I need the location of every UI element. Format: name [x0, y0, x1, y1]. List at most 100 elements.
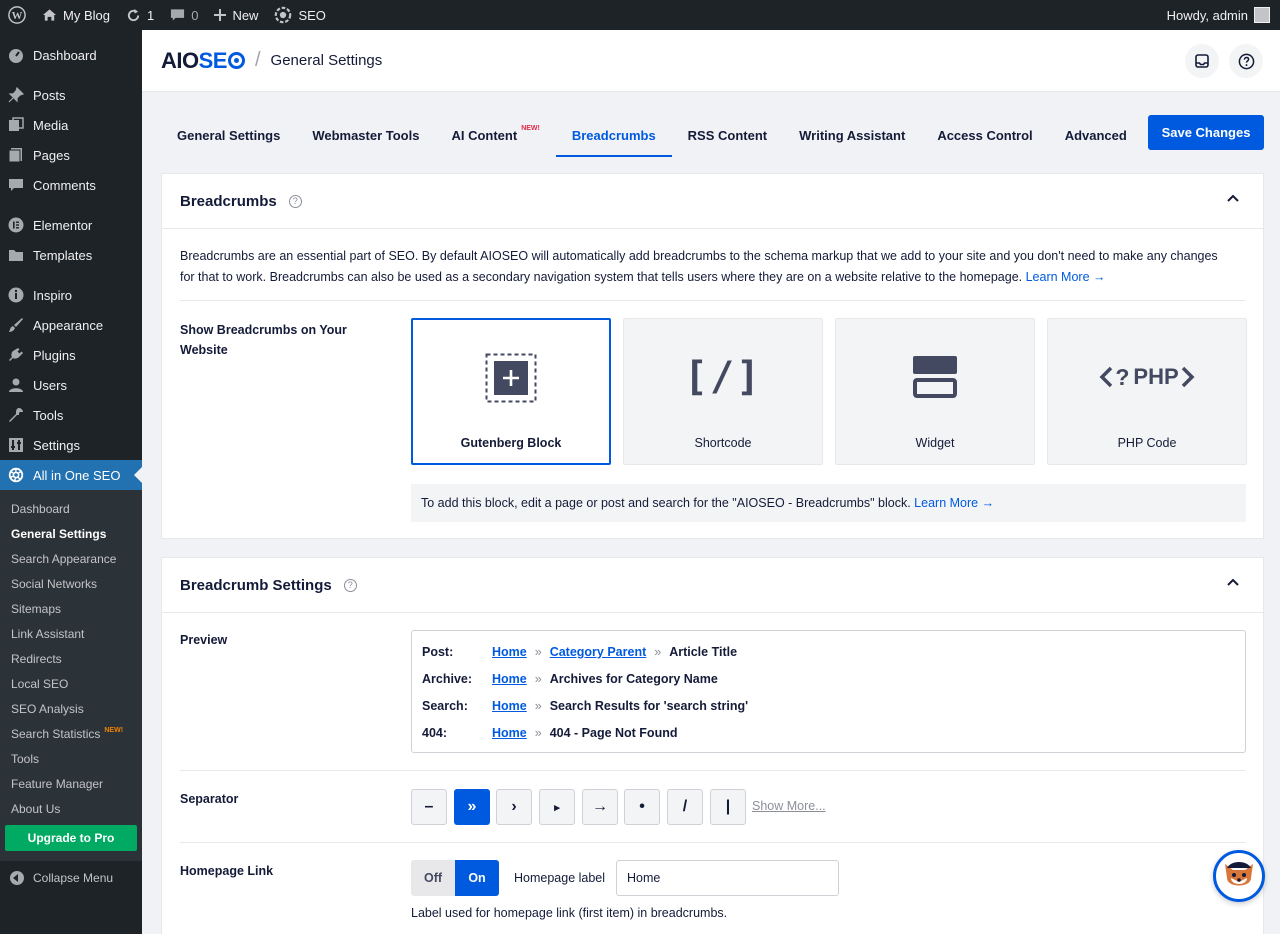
php-glyph: PHP	[1133, 364, 1179, 389]
show-more-link[interactable]: Show More...	[752, 799, 826, 813]
submenu-seo-analysis[interactable]: SEO Analysis	[0, 696, 142, 721]
separator-option-slash[interactable]: /	[667, 789, 703, 825]
breadcrumb-preview: Post: Home » Category Parent » Article T…	[411, 630, 1246, 753]
sidebar-item-templates[interactable]: Templates	[0, 240, 142, 270]
separator-option-triangle[interactable]: ▸	[539, 789, 575, 825]
sidebar-item-appearance[interactable]: Appearance	[0, 310, 142, 340]
breadcrumb-settings-header[interactable]: Breadcrumb Settings ?	[162, 558, 1263, 613]
tab-rss-content[interactable]: RSS Content	[672, 112, 783, 158]
homepage-link-toggle[interactable]: Off On	[411, 860, 499, 896]
aioseo-logo[interactable]: AIO SE	[161, 48, 245, 74]
breadcrumbs-card-header[interactable]: Breadcrumbs ?	[162, 174, 1263, 229]
updates-link[interactable]: 1	[118, 0, 162, 30]
submenu-about-us[interactable]: About Us	[0, 796, 142, 821]
site-name-link[interactable]: My Blog	[34, 0, 118, 30]
separator-option-single-angle[interactable]: ›	[496, 789, 532, 825]
sidebar-item-inspiro[interactable]: Inspiro	[0, 280, 142, 310]
submenu-local-seo[interactable]: Local SEO	[0, 671, 142, 696]
wrench-icon	[8, 407, 24, 423]
collapse-icon	[10, 871, 24, 885]
admin-sidebar: Dashboard Posts Media Pages Comments Ele…	[0, 30, 142, 934]
help-icon[interactable]: ?	[343, 578, 357, 592]
toggle-off[interactable]: Off	[411, 860, 455, 896]
option-label: Gutenberg Block	[460, 436, 562, 450]
preview-home-link[interactable]: Home	[492, 726, 527, 740]
sidebar-item-media[interactable]: Media	[0, 110, 142, 140]
upgrade-to-pro-button[interactable]: Upgrade to Pro	[5, 825, 137, 851]
new-content-link[interactable]: New	[206, 0, 266, 30]
sidebar-item-all-in-one-seo[interactable]: All in One SEO	[0, 460, 142, 490]
toggle-on[interactable]: On	[455, 860, 499, 896]
sidebar-item-settings[interactable]: Settings	[0, 430, 142, 460]
submenu-search-appearance[interactable]: Search Appearance	[0, 546, 142, 571]
chevron-up-icon[interactable]	[1227, 194, 1239, 202]
preview-home-link[interactable]: Home	[492, 645, 527, 659]
preview-key: Post:	[422, 645, 454, 659]
tab-writing-assistant[interactable]: Writing Assistant	[783, 112, 921, 158]
submenu-sitemaps[interactable]: Sitemaps	[0, 596, 142, 621]
preview-home-link[interactable]: Home	[492, 699, 527, 713]
option-shortcode[interactable]: [/] Shortcode	[623, 318, 823, 465]
submenu-redirects[interactable]: Redirects	[0, 646, 142, 671]
updates-count: 1	[146, 7, 155, 23]
collapse-menu-button[interactable]: Collapse Menu	[0, 863, 142, 893]
preview-text: Archives for Category Name	[549, 672, 718, 686]
learn-more-link[interactable]: Learn More →	[1026, 270, 1106, 284]
separator-option-pipe[interactable]: |	[710, 789, 746, 825]
note-learn-more-link[interactable]: Learn More →	[914, 496, 994, 510]
tab-webmaster-tools[interactable]: Webmaster Tools	[296, 112, 435, 158]
sidebar-item-posts[interactable]: Posts	[0, 80, 142, 110]
submenu-general-settings[interactable]: General Settings	[0, 521, 142, 546]
tab-breadcrumbs[interactable]: Breadcrumbs	[555, 112, 672, 158]
sidebar-item-plugins[interactable]: Plugins	[0, 340, 142, 370]
submenu-dashboard[interactable]: Dashboard	[0, 496, 142, 521]
tab-access-control[interactable]: Access Control	[921, 112, 1048, 158]
separator-option-arrow[interactable]: →	[582, 789, 618, 825]
preview-home-link[interactable]: Home	[492, 672, 527, 686]
submenu-social-networks[interactable]: Social Networks	[0, 571, 142, 596]
wordpress-logo-icon[interactable]: W	[0, 0, 34, 30]
sidebar-item-label: Posts	[33, 87, 66, 103]
chevron-up-icon[interactable]	[1227, 578, 1239, 586]
gutenberg-block-icon	[413, 352, 609, 404]
submenu-search-statistics[interactable]: Search Statistics NEW!	[0, 721, 142, 746]
php-code-icon: ? PHP	[1048, 351, 1246, 403]
preview-category-link[interactable]: Category Parent	[550, 645, 647, 659]
tab-label: AI Content	[451, 127, 518, 143]
sidebar-item-label: Appearance	[33, 317, 104, 333]
separator-option-double-angle[interactable]: »	[454, 789, 490, 825]
dashboard-icon	[8, 47, 24, 63]
submenu-link-assistant[interactable]: Link Assistant	[0, 621, 142, 646]
preview-row-archive: Archive: Home » Archives for Category Na…	[422, 669, 718, 689]
option-widget[interactable]: Widget	[835, 318, 1035, 465]
aioseo-submenu: Dashboard General Settings Search Appear…	[0, 490, 142, 861]
sidebar-item-elementor[interactable]: Elementor	[0, 210, 142, 240]
tab-ai-content[interactable]: AI Content NEW!	[435, 112, 555, 158]
sidebar-item-comments[interactable]: Comments	[0, 170, 142, 200]
howdy-text: Howdy, admin	[1166, 7, 1248, 23]
option-gutenberg-block[interactable]: Gutenberg Block	[411, 318, 611, 465]
separator-option-dash[interactable]: –	[411, 789, 447, 825]
save-changes-button[interactable]: Save Changes	[1148, 115, 1264, 150]
page-title: General Settings	[270, 52, 383, 69]
comments-link[interactable]: 0	[162, 0, 206, 30]
help-mascot-button[interactable]	[1213, 850, 1265, 902]
option-php-code[interactable]: ? PHP PHP Code	[1047, 318, 1247, 465]
submenu-tools[interactable]: Tools	[0, 746, 142, 771]
notifications-button[interactable]	[1185, 44, 1219, 78]
sidebar-item-dashboard[interactable]: Dashboard	[0, 40, 142, 70]
sidebar-item-pages[interactable]: Pages	[0, 140, 142, 170]
tab-general-settings[interactable]: General Settings	[161, 112, 296, 158]
tab-advanced[interactable]: Advanced	[1049, 112, 1143, 158]
preview-sep: »	[534, 672, 542, 686]
sidebar-item-users[interactable]: Users	[0, 370, 142, 400]
account-menu[interactable]: Howdy, admin	[1167, 7, 1280, 23]
help-icon[interactable]: ?	[288, 194, 302, 208]
seo-menu-link[interactable]: SEO	[266, 0, 333, 30]
submenu-feature-manager[interactable]: Feature Manager	[0, 771, 142, 796]
sidebar-item-tools[interactable]: Tools	[0, 400, 142, 430]
homepage-label-input[interactable]	[616, 860, 839, 896]
show-breadcrumbs-label: Show Breadcrumbs on Your Website	[180, 323, 347, 357]
help-button[interactable]	[1229, 44, 1263, 78]
separator-option-bullet[interactable]: •	[624, 789, 660, 825]
